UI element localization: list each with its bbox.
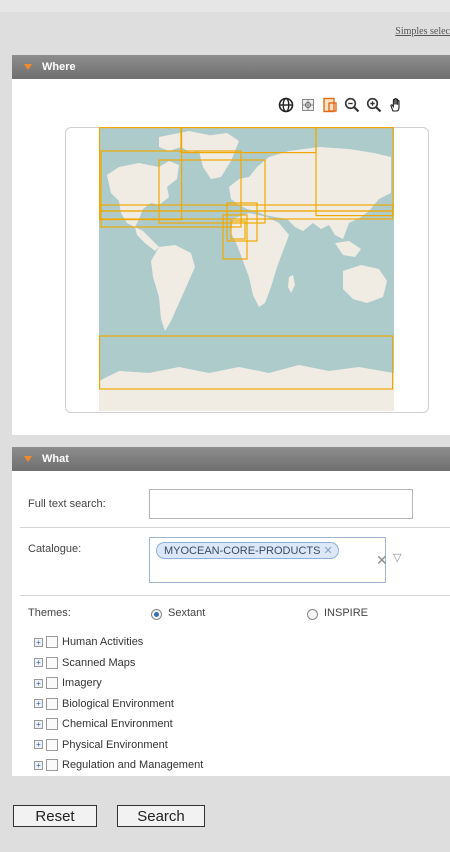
theme-checkbox[interactable] — [46, 697, 58, 710]
theme-checkbox[interactable] — [46, 759, 58, 772]
tree-item-label[interactable]: Imagery — [62, 677, 102, 689]
zoom-out-icon[interactable] — [365, 96, 383, 114]
catalogue-chip-label: MYOCEAN-CORE-PRODUCTS — [164, 544, 321, 557]
radio-sextant[interactable] — [151, 609, 162, 620]
radio-sextant-label: Sextant — [168, 607, 206, 619]
tree-item: + Human Activities — [34, 632, 434, 653]
theme-checkbox[interactable] — [46, 718, 58, 731]
expand-plus-icon[interactable]: + — [34, 658, 43, 668]
tree-item-label[interactable]: Regulation and Management — [62, 759, 203, 771]
theme-checkbox[interactable] — [46, 656, 58, 669]
collapse-arrow-icon — [24, 64, 32, 70]
tree-item-label[interactable]: Scanned Maps — [62, 657, 135, 669]
what-title: What — [42, 453, 69, 465]
zoom-in-icon[interactable] — [343, 96, 361, 114]
catalogue-select[interactable]: MYOCEAN-CORE-PRODUCTS ✕ — [149, 537, 386, 583]
fulltext-search-input[interactable] — [149, 489, 413, 519]
themes-label: Themes: — [28, 607, 71, 619]
pan-hand-icon[interactable] — [387, 96, 405, 114]
zoom-extent-icon[interactable] — [299, 96, 317, 114]
simple-search-link[interactable]: Simples selec — [395, 26, 450, 37]
fulltext-label: Full text search: — [28, 498, 106, 510]
tree-item-label[interactable]: Human Activities — [62, 636, 143, 648]
tree-item: + Physical Environment — [34, 735, 434, 756]
theme-checkbox[interactable] — [46, 738, 58, 751]
theme-checkbox[interactable] — [46, 677, 58, 690]
expand-plus-icon[interactable]: + — [34, 760, 43, 770]
what-panel-header[interactable]: What — [12, 447, 450, 471]
top-bar — [0, 0, 450, 12]
catalogue-chip: MYOCEAN-CORE-PRODUCTS ✕ — [156, 542, 339, 559]
expand-plus-icon[interactable]: + — [34, 678, 43, 688]
chip-remove-icon[interactable]: ✕ — [323, 544, 332, 557]
reset-button[interactable]: Reset — [13, 805, 97, 827]
radio-inspire-label: INSPIRE — [324, 607, 369, 619]
tree-item: + Chemical Environment — [34, 714, 434, 735]
dropdown-arrow-icon[interactable]: ▽ — [393, 551, 401, 564]
tree-item-label[interactable]: Chemical Environment — [62, 718, 173, 730]
tree-item: + Imagery — [34, 673, 434, 694]
expand-plus-icon[interactable]: + — [34, 699, 43, 709]
where-title: Where — [42, 61, 76, 73]
tree-item: + Scanned Maps — [34, 653, 434, 674]
tree-item: + Biological Environment — [34, 694, 434, 715]
world-map[interactable] — [99, 127, 394, 411]
expand-plus-icon[interactable]: + — [34, 637, 43, 647]
theme-checkbox[interactable] — [46, 636, 58, 649]
search-button[interactable]: Search — [117, 805, 205, 827]
divider — [20, 595, 450, 596]
tree-item-label[interactable]: Biological Environment — [62, 698, 174, 710]
expand-plus-icon[interactable]: + — [34, 740, 43, 750]
where-panel-header[interactable]: Where — [12, 55, 450, 79]
expand-plus-icon[interactable]: + — [34, 719, 43, 729]
map-toolbar — [277, 96, 405, 114]
world-map-canvas — [99, 127, 394, 411]
catalogue-label: Catalogue: — [28, 543, 82, 555]
divider — [20, 527, 450, 528]
tree-item: + Regulation and Management — [34, 755, 434, 776]
collapse-arrow-icon — [24, 456, 32, 462]
globe-icon[interactable] — [277, 96, 295, 114]
themes-tree: + Human Activities + Scanned Maps + Imag… — [34, 632, 434, 776]
radio-inspire[interactable] — [307, 609, 318, 620]
app-window: Simples selec Where What Full text searc… — [0, 0, 450, 852]
select-box-icon[interactable] — [321, 96, 339, 114]
clear-catalogue-icon[interactable]: ✕ — [376, 552, 388, 569]
tree-item-label[interactable]: Physical Environment — [62, 739, 168, 751]
